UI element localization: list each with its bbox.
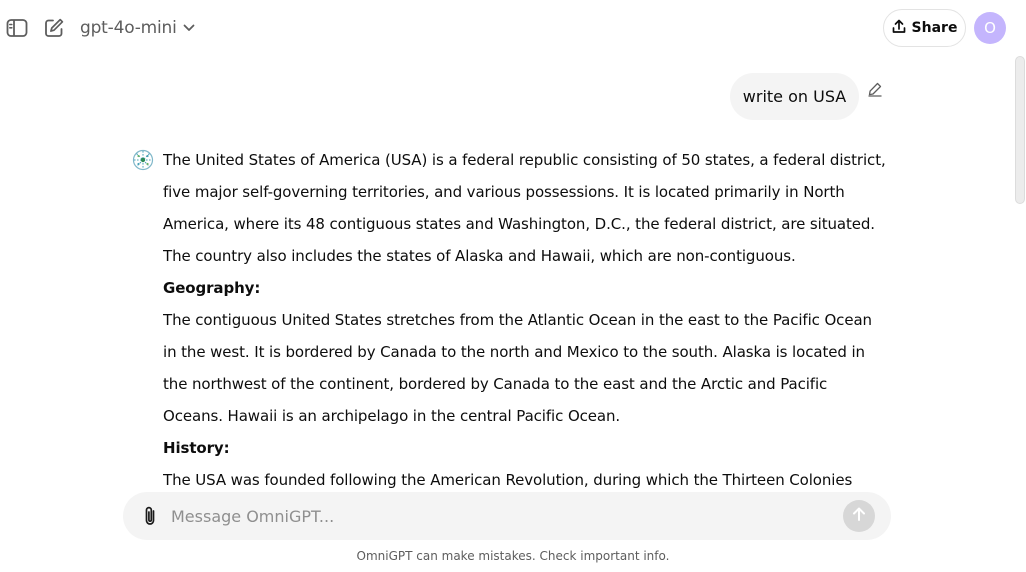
geography-heading: Geography:	[163, 279, 261, 297]
pencil-icon[interactable]	[866, 80, 884, 98]
model-selector[interactable]: gpt-4o-mini	[80, 17, 195, 39]
top-bar: gpt-4o-mini Share O	[0, 0, 1026, 56]
response-paragraph: The contiguous United States stretches f…	[163, 311, 872, 425]
share-label: Share	[911, 20, 958, 36]
chevron-down-icon	[183, 19, 195, 37]
arrow-up-icon	[852, 506, 866, 527]
assistant-response: The United States of America (USA) is a …	[163, 144, 889, 490]
scrollbar-thumb[interactable]	[1015, 56, 1025, 204]
response-paragraph: The United States of America (USA) is a …	[163, 151, 886, 265]
share-button[interactable]: Share	[883, 9, 966, 47]
send-button[interactable]	[843, 500, 875, 532]
paperclip-icon[interactable]	[140, 505, 160, 527]
history-heading: History:	[163, 439, 230, 457]
avatar[interactable]: O	[974, 12, 1006, 44]
omnigpt-logo-icon	[132, 149, 154, 171]
message-input[interactable]	[171, 505, 821, 527]
sidebar-icon[interactable]	[5, 17, 29, 39]
upload-icon	[892, 19, 906, 38]
disclaimer: OmniGPT can make mistakes. Check importa…	[356, 549, 670, 563]
user-message: write on USA	[730, 73, 859, 120]
scrollbar[interactable]	[1015, 56, 1025, 496]
response-paragraph: The USA was founded following the Americ…	[163, 471, 853, 489]
model-name: gpt-4o-mini	[80, 18, 177, 38]
edit-icon[interactable]	[42, 16, 66, 40]
